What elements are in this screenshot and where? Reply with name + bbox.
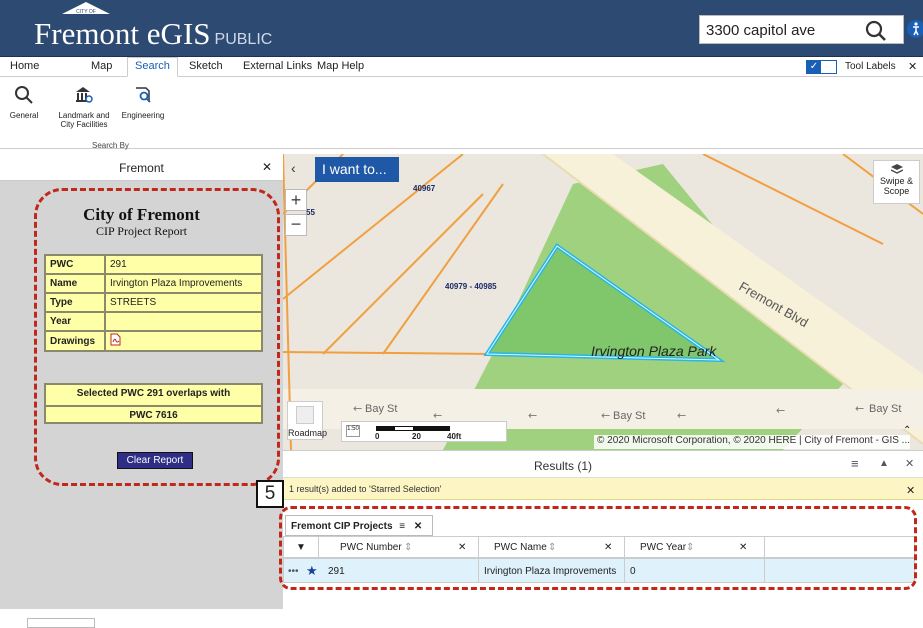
parcel-label: 40979 - 40985 bbox=[445, 282, 497, 291]
arrow-left-icon: ← bbox=[601, 409, 610, 422]
logo-main-text: Fremont eGIS bbox=[34, 16, 211, 51]
arrow-left-icon: ← bbox=[855, 402, 864, 415]
swipe-label: Swipe & Scope bbox=[879, 176, 914, 196]
tool-labels-toggle[interactable]: ✓ bbox=[806, 60, 837, 74]
highlight-outline bbox=[34, 188, 280, 486]
zoom-in-button[interactable]: + bbox=[285, 189, 307, 211]
panel-title: Fremont bbox=[119, 161, 164, 175]
step-callout: 5 bbox=[256, 480, 284, 508]
panel-close-icon[interactable]: ✕ bbox=[262, 160, 272, 174]
street-label: Bay St bbox=[869, 403, 901, 415]
results-header: Results (1) ≡ ▲ ✕ bbox=[283, 450, 923, 478]
tab-external-links[interactable]: External Links bbox=[243, 60, 312, 72]
results-notification: 1 result(s) added to 'Starred Selection'… bbox=[283, 478, 923, 500]
scale-graphic bbox=[376, 426, 450, 431]
engineering-search-button[interactable]: Engineering bbox=[118, 85, 168, 120]
collapse-up-icon[interactable]: ▲ bbox=[879, 458, 889, 469]
collapse-panel-icon[interactable]: ‹ bbox=[291, 160, 296, 176]
panel-header: Fremont ✕ bbox=[0, 154, 283, 181]
tab-map-help[interactable]: Map Help bbox=[317, 60, 364, 72]
street-label: Bay St bbox=[613, 410, 645, 422]
scale-label-20: 20 bbox=[412, 432, 421, 441]
landmark-search-button[interactable]: Landmark and City Facilities bbox=[54, 85, 114, 129]
scale-bar: 1:50 0 20 40ft bbox=[341, 421, 507, 442]
general-label: General bbox=[9, 111, 39, 120]
scale-label-40: 40ft bbox=[447, 432, 462, 441]
tool-labels-text: Tool Labels bbox=[845, 61, 896, 72]
street-label: Bay St bbox=[365, 403, 397, 415]
roadmap-thumbnail-icon bbox=[296, 406, 314, 424]
roadmap-label: Roadmap bbox=[288, 428, 328, 438]
arrow-left-icon: ← bbox=[353, 402, 362, 415]
engineering-label: Engineering bbox=[121, 111, 165, 120]
accessibility-icon[interactable] bbox=[907, 20, 923, 38]
ribbon-tabbar: Home Map Search Sketch External Links Ma… bbox=[0, 57, 923, 77]
results-close-icon[interactable]: ✕ bbox=[905, 457, 914, 470]
landmark-label: Landmark and City Facilities bbox=[58, 111, 110, 129]
scale-label-0: 0 bbox=[375, 432, 380, 441]
logo-small-text: CITY OF bbox=[76, 9, 96, 15]
tab-sketch[interactable]: Sketch bbox=[189, 60, 223, 72]
attribution-expand-icon[interactable]: ⌃ bbox=[903, 425, 911, 436]
parcel-label: 40967 bbox=[413, 184, 436, 193]
basemap-roadmap-button[interactable]: Roadmap bbox=[287, 401, 327, 440]
magnifier-icon bbox=[14, 85, 34, 105]
layers-icon bbox=[890, 164, 904, 174]
park-label: Irvington Plaza Park bbox=[591, 343, 717, 359]
app-header: CITY OF Fremont eGIS PUBLIC bbox=[0, 0, 923, 57]
map-attribution: © 2020 Microsoft Corporation, © 2020 HER… bbox=[594, 435, 910, 449]
landmark-icon bbox=[74, 85, 94, 105]
arrow-left-icon: ← bbox=[677, 409, 686, 422]
tab-search[interactable]: Search bbox=[127, 57, 178, 77]
notification-close-icon[interactable]: ✕ bbox=[906, 484, 915, 497]
logo-public-text: PUBLIC bbox=[214, 31, 273, 48]
parcel-label: 55 bbox=[306, 208, 315, 217]
cip-report-panel: City of Fremont CIP Project Report PWC 29… bbox=[0, 181, 283, 628]
city-logo-icon: CITY OF bbox=[58, 1, 114, 15]
checkmark-icon: ✓ bbox=[807, 61, 821, 73]
search-by-group-label: Search By bbox=[92, 141, 129, 150]
map-canvas: 40967 55 40979 - 40985 Fremont Blvd Irvi… bbox=[283, 154, 923, 450]
tab-home[interactable]: Home bbox=[10, 60, 39, 72]
arrow-left-icon: ← bbox=[528, 409, 537, 422]
highlight-outline bbox=[279, 506, 917, 590]
arrow-left-icon: ← bbox=[776, 404, 785, 417]
map-view[interactable]: 40967 55 40979 - 40985 Fremont Blvd Irvi… bbox=[283, 154, 923, 450]
search-input[interactable] bbox=[706, 21, 856, 39]
app-logo: Fremont eGIS PUBLIC bbox=[34, 16, 272, 52]
swipe-scope-button[interactable]: Swipe & Scope bbox=[873, 160, 920, 204]
ribbon-close-icon[interactable]: ✕ bbox=[908, 60, 917, 73]
general-search-button[interactable]: General bbox=[4, 85, 44, 120]
search-box[interactable] bbox=[699, 15, 904, 44]
i-want-to-button[interactable]: I want to... bbox=[315, 157, 399, 182]
zoom-out-button[interactable]: − bbox=[285, 214, 307, 236]
ribbon-body: General Landmark and City Facilities Eng… bbox=[0, 77, 923, 150]
engineering-icon bbox=[133, 85, 153, 105]
notification-text: 1 result(s) added to 'Starred Selection' bbox=[289, 484, 442, 494]
search-icon[interactable] bbox=[864, 19, 888, 43]
results-menu-icon[interactable]: ≡ bbox=[851, 456, 859, 471]
results-title: Results (1) bbox=[533, 459, 592, 473]
scale-ratio-icon[interactable]: 1:50 bbox=[346, 425, 360, 437]
panel-bottom-tab[interactable] bbox=[27, 618, 95, 628]
tab-map[interactable]: Map bbox=[91, 60, 112, 72]
